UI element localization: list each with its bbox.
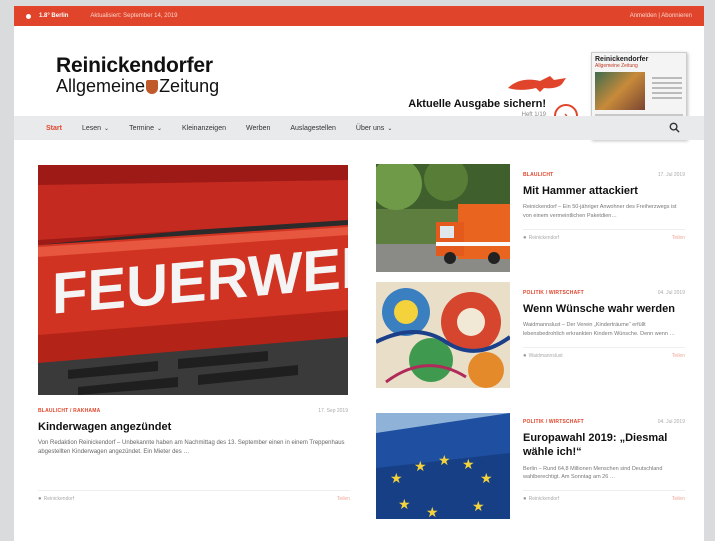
hero-title[interactable]: Kinderwagen angezündet: [38, 421, 171, 433]
svg-text:★: ★: [472, 498, 485, 514]
promo-title: Aktuelle Ausgabe sichern!: [408, 98, 546, 110]
svg-text:★: ★: [480, 470, 493, 486]
svg-text:★: ★: [438, 452, 451, 468]
nav-label: Kleinanzeigen: [182, 124, 226, 132]
article-share-link[interactable]: Teilen: [672, 353, 685, 359]
hero-date: 17. Sep 2019: [318, 408, 348, 414]
article-date: 04. Jul 2019: [657, 419, 685, 425]
hero-excerpt: Von Redaktion Reinickendorf – Unbekannte…: [38, 440, 345, 456]
article-location-label: Waidmannslust: [528, 352, 563, 359]
svg-text:★: ★: [462, 456, 475, 472]
article-date: 17. Jul 2019: [657, 172, 685, 178]
cover-photo: [595, 72, 645, 110]
article-location: ● Reinickendorf: [523, 496, 559, 502]
nav-label: Werben: [245, 124, 271, 132]
site-logo[interactable]: Reinickendorfer Allgemeine Zeitung: [56, 54, 219, 97]
article-footer: ● Waidmannslust Teilen: [523, 346, 685, 359]
ambulance-photo: [376, 164, 510, 272]
cover-text-lines: [652, 77, 682, 102]
article-location: ● Waidmannslust: [523, 353, 563, 359]
nav-item-werben[interactable]: Werben: [246, 125, 270, 132]
weather-temperature: 1.8° Berlin: [39, 13, 69, 19]
article-footer: ● Reinickendorf Teilen: [523, 228, 685, 241]
article-3-image[interactable]: ★ ★ ★ ★ ★ ★ ★ ★: [376, 413, 510, 519]
hero-category[interactable]: BLAULICHT / RAKHAMA: [38, 408, 100, 414]
nav-item-lesen[interactable]: Lesen ⌄: [82, 125, 109, 132]
fire-truck-illustration: FEUERWEHR: [38, 165, 348, 395]
hero-meta: BLAULICHT / RAKHAMA 17. Sep 2019: [38, 408, 348, 414]
article-category[interactable]: BLAULICHT: [523, 172, 553, 178]
article-category[interactable]: POLITIK / WIRTSCHAFT: [523, 419, 584, 425]
site-header: Reinickendorfer Allgemeine Zeitung Aktuel…: [14, 26, 704, 140]
issue-promo[interactable]: Aktuelle Ausgabe sichern! Heft 1/19: [406, 98, 546, 118]
nav-item-termine[interactable]: Termine ⌄: [129, 125, 162, 132]
nav-item-auslagestellen[interactable]: Auslagestellen: [290, 125, 336, 132]
svg-text:★: ★: [390, 470, 403, 486]
cover-subtitle: Allgemeine Zeitung: [595, 63, 638, 69]
update-date: Aktualisiert: September 14, 2019: [90, 13, 178, 19]
logo-line-2: Allgemeine Zeitung: [56, 76, 219, 97]
nav-label: Auslagestellen: [290, 124, 336, 132]
article-meta: BLAULICHT 17. Jul 2019: [523, 172, 685, 178]
article-title[interactable]: Europawahl 2019: „Diesmal wähle ich!“: [523, 431, 685, 460]
article-card-1: BLAULICHT 17. Jul 2019 Mit Hammer attack…: [523, 172, 685, 241]
page-frame: 1.8° Berlin Aktualisiert: September 14, …: [14, 6, 704, 541]
article-excerpt: Waidmannslust – Der Verein „Kinderträume…: [523, 322, 675, 338]
article-location-label: Reinickendorf: [528, 496, 560, 503]
nav-label: Über uns: [355, 124, 385, 132]
article-share-link[interactable]: Teilen: [672, 235, 685, 241]
article-meta: POLITIK / WIRTSCHAFT 04. Jul 2019: [523, 419, 685, 425]
article-card-2: POLITIK / WIRTSCHAFT 04. Jul 2019 Wenn W…: [523, 290, 685, 359]
hero-location-label: Reinickendorf: [43, 496, 75, 502]
article-card-3: POLITIK / WIRTSCHAFT 04. Jul 2019 Europa…: [523, 419, 685, 502]
article-share-link[interactable]: Teilen: [672, 496, 685, 502]
nav-item-start[interactable]: Start: [46, 125, 62, 132]
svg-text:★: ★: [426, 504, 439, 519]
location-pin-icon: ●: [38, 496, 42, 502]
hero-footer: ● Reinickendorf Teilen: [38, 490, 350, 502]
top-bar: 1.8° Berlin Aktualisiert: September 14, …: [14, 6, 704, 26]
chevron-down-icon: ⌄: [156, 125, 162, 132]
article-1-image[interactable]: [376, 164, 510, 272]
article-location: ● Reinickendorf: [523, 235, 559, 241]
location-pin-icon: ●: [523, 352, 527, 359]
nav-item-ueber-uns[interactable]: Über uns ⌄: [356, 125, 392, 132]
hero-share-link[interactable]: Teilen: [337, 496, 350, 502]
location-pin-icon: ●: [523, 496, 527, 503]
article-title[interactable]: Wenn Wünsche wahr werden: [523, 302, 685, 316]
hero-location: ● Reinickendorf: [38, 496, 74, 502]
account-links[interactable]: Anmelden | Abonnieren: [630, 13, 692, 19]
main-navigation: Start Lesen ⌄ Termine ⌄ Kleinanzeigen Werb…: [14, 116, 704, 140]
logo-line-1: Reinickendorfer: [56, 54, 213, 77]
article-location-label: Reinickendorf: [528, 234, 560, 241]
fox-mascot-icon: [508, 76, 566, 92]
article-excerpt: Berlin – Rund 64,8 Millionen Menschen si…: [523, 465, 663, 481]
search-icon[interactable]: [669, 122, 680, 133]
logo-word-allgemeine: Allgemeine: [56, 76, 146, 96]
article-category[interactable]: POLITIK / WIRTSCHAFT: [523, 290, 584, 296]
svg-text:★: ★: [414, 458, 427, 474]
cover-title: Reinickendorfer: [595, 56, 649, 63]
article-date: 04. Jul 2019: [657, 290, 685, 296]
painting-photo: [376, 282, 510, 388]
hero-image-fire-truck[interactable]: FEUERWEHR: [38, 165, 348, 395]
nav-item-kleinanzeigen[interactable]: Kleinanzeigen: [182, 125, 226, 132]
nav-label: Start: [46, 124, 62, 132]
weather-icon: [26, 13, 31, 19]
article-excerpt: Reinickendorf – Ein 50-jähriger Anwohner…: [523, 204, 677, 220]
eu-flag-photo: ★ ★ ★ ★ ★ ★ ★ ★: [376, 413, 510, 519]
nav-label: Termine: [129, 124, 154, 132]
article-footer: ● Reinickendorf Teilen: [523, 490, 685, 502]
nav-label: Lesen: [81, 124, 102, 132]
chevron-down-icon: ⌄: [387, 125, 393, 132]
article-title[interactable]: Mit Hammer attackiert: [523, 184, 685, 198]
article-2-image[interactable]: [376, 282, 510, 388]
logo-word-zeitung: Zeitung: [159, 76, 220, 96]
chevron-down-icon: ⌄: [104, 125, 110, 132]
crest-icon: [146, 79, 159, 94]
article-meta: POLITIK / WIRTSCHAFT 04. Jul 2019: [523, 290, 685, 296]
location-pin-icon: ●: [523, 234, 527, 241]
svg-text:★: ★: [398, 496, 411, 512]
